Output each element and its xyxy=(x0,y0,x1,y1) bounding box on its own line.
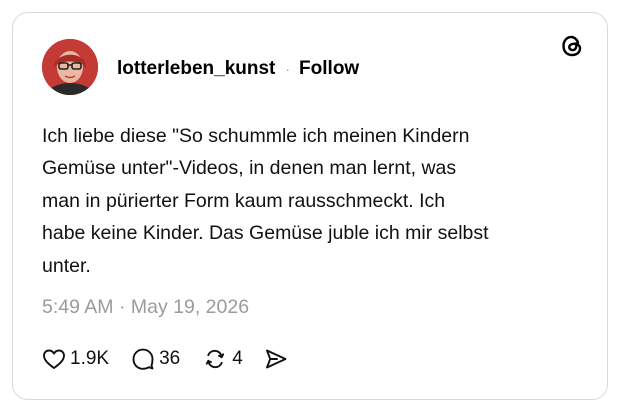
username-link[interactable]: lotterleben_kunst xyxy=(117,58,275,80)
comment-count: 36 xyxy=(159,348,181,369)
post-header: lotterleben_kunst · Follow xyxy=(117,57,359,81)
repost-icon xyxy=(206,349,225,369)
post-text-line: habe keine Kinder. Das Gemüse juble ich … xyxy=(42,222,489,245)
post-body: Ich liebe diese "So schummle ich meinen … xyxy=(42,120,582,282)
share-button[interactable] xyxy=(263,347,289,371)
repost-count: 4 xyxy=(232,348,243,369)
avatar-image xyxy=(42,39,98,95)
like-count: 1.9K xyxy=(70,348,110,369)
follow-button[interactable]: Follow xyxy=(299,58,359,80)
separator-dot: · xyxy=(285,61,291,77)
send-icon xyxy=(265,349,287,369)
post-card: lotterleben_kunst · Follow Ich liebe die… xyxy=(12,12,608,400)
post-text-line: Gemüse unter"-Videos, in denen man lernt… xyxy=(42,157,457,180)
post-text-line: unter. xyxy=(42,254,91,277)
comment-button[interactable]: 36 xyxy=(131,347,180,371)
heart-icon xyxy=(43,349,65,369)
threads-logo-icon[interactable] xyxy=(559,33,585,59)
comment-bubble-icon xyxy=(132,348,154,370)
post-text-line: Ich liebe diese "So schummle ich meinen … xyxy=(42,125,470,147)
like-button[interactable]: 1.9K xyxy=(42,348,109,370)
avatar[interactable] xyxy=(42,39,98,95)
action-bar: 1.9K 36 4 xyxy=(42,346,289,372)
post-timestamp[interactable]: 5:49 AM · May 19, 2026 xyxy=(42,296,249,319)
post-text-line: man in pürierter Form kaum rausschmeckt.… xyxy=(42,189,446,212)
repost-button[interactable]: 4 xyxy=(202,347,243,371)
